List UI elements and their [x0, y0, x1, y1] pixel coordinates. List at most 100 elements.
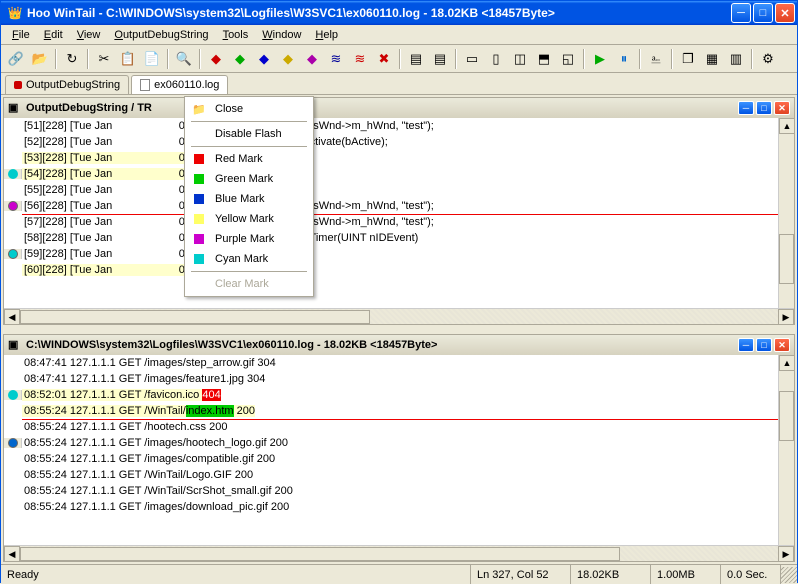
close-button[interactable]: ✕ [775, 3, 795, 23]
log-row[interactable]: [52][228] [Tue Jan 16:11:28 2006] return… [4, 134, 794, 150]
ctx-yellow-mark[interactable]: Yellow Mark [187, 209, 311, 229]
ctx-cyan-mark[interactable]: Cyan Mark [187, 249, 311, 269]
scroll-right-icon[interactable]: ▶ [778, 546, 794, 562]
pane-min-button[interactable]: ─ [738, 101, 754, 115]
tool-usb-icon[interactable]: ⎁ [645, 48, 667, 70]
log-row[interactable]: 08:55:24 127.1.1.1 GET /images/hootech_l… [4, 435, 794, 451]
tool-x2-icon[interactable]: ≋ [349, 48, 371, 70]
log-row[interactable]: 08:55:24 127.1.1.1 GET /hootech.css 200 [4, 419, 794, 435]
tool-x1-icon[interactable]: ≋ [325, 48, 347, 70]
scroll-thumb[interactable] [20, 310, 370, 324]
vscrollbar[interactable]: ▲ ▼ [778, 355, 794, 561]
log-row[interactable]: 08:55:24 127.1.1.1 GET /WinTail/ScrShot_… [4, 483, 794, 499]
pane-body[interactable]: 08:47:41 127.1.1.1 GET /images/step_arro… [4, 355, 794, 545]
log-row[interactable]: 08:47:41 127.1.1.1 GET /images/step_arro… [4, 355, 794, 371]
vscrollbar[interactable]: ▲ ▼ [778, 118, 794, 324]
log-row[interactable]: [60][228] [Tue Jan 16:11:28 2006] error:… [4, 262, 794, 278]
tool-mark-red-icon[interactable]: ◆ [205, 48, 227, 70]
pane-min-button[interactable]: ─ [738, 338, 754, 352]
cyan-mark-icon [194, 254, 204, 264]
scroll-thumb[interactable] [20, 547, 620, 561]
scroll-left-icon[interactable]: ◀ [4, 309, 20, 325]
menu-file[interactable]: File [5, 27, 37, 43]
log-row[interactable]: 08:47:41 127.1.1.1 GET /images/feature1.… [4, 371, 794, 387]
scroll-thumb[interactable] [779, 234, 794, 284]
log-row[interactable]: [57][228] [Tue Jan 16:11:28 2006] ::SetW… [4, 214, 794, 230]
ctx-clear-mark[interactable]: Clear Mark [187, 274, 311, 294]
tool-win1-icon[interactable]: ▭ [461, 48, 483, 70]
tool-connect-icon[interactable]: 🔗 [5, 48, 27, 70]
tool-clear-icon[interactable]: ✖ [373, 48, 395, 70]
tool-filter2-icon[interactable]: ▤ [429, 48, 451, 70]
tab-logfile[interactable]: ex060110.log [131, 75, 228, 94]
tool-tile-v-icon[interactable]: ▥ [725, 48, 747, 70]
tool-mark-purple-icon[interactable]: ◆ [301, 48, 323, 70]
pane-close-button[interactable]: ✕ [774, 101, 790, 115]
scroll-right-icon[interactable]: ▶ [778, 309, 794, 325]
log-row[interactable]: 08:55:24 127.1.1.1 GET /images/compatibl… [4, 451, 794, 467]
ctx-blue-mark[interactable]: Blue Mark [187, 189, 311, 209]
log-row[interactable]: [58][228] [Tue Jan 16:11:28 2006] void C… [4, 230, 794, 246]
scroll-up-icon[interactable]: ▲ [779, 118, 795, 134]
tool-play-icon[interactable]: ▶ [589, 48, 611, 70]
pane-body[interactable]: [51][228] [Tue Jan 16:11:28 2006] ::SetW… [4, 118, 794, 308]
tab-ods[interactable]: OutputDebugString [5, 75, 129, 94]
scroll-left-icon[interactable]: ◀ [4, 546, 20, 562]
resize-grip[interactable] [781, 567, 797, 583]
tool-mark-green-icon[interactable]: ◆ [229, 48, 251, 70]
tool-mark-yellow-icon[interactable]: ◆ [277, 48, 299, 70]
tool-filter1-icon[interactable]: ▤ [405, 48, 427, 70]
log-row[interactable]: [59][228] [Tue Jan 16:11:28 2006] abcdef… [4, 246, 794, 262]
scroll-thumb[interactable] [779, 391, 794, 441]
log-row[interactable]: 08:55:24 127.1.1.1 GET /images/download_… [4, 499, 794, 515]
ctx-close[interactable]: 📁Close [187, 99, 311, 119]
ctx-disable-flash[interactable]: Disable Flash [187, 124, 311, 144]
purple-mark-icon [194, 234, 204, 244]
menu-window[interactable]: Window [255, 27, 308, 43]
red-mark-icon [194, 154, 204, 164]
tool-cascade-icon[interactable]: ❐ [677, 48, 699, 70]
scroll-up-icon[interactable]: ▲ [779, 355, 795, 371]
menubar: File Edit View OutputDebugString Tools W… [1, 25, 797, 45]
log-row[interactable]: 08:55:24 127.1.1.1 GET /WinTail/Logo.GIF… [4, 467, 794, 483]
hscrollbar[interactable]: ◀ ▶ [4, 545, 794, 561]
menu-tools[interactable]: Tools [216, 27, 256, 43]
maximize-button[interactable]: □ [753, 3, 773, 23]
tool-pause-icon[interactable]: ⏸ [613, 48, 635, 70]
log-text: 08:55:24 127.1.1.1 GET /WinTail/Logo.GIF… [22, 469, 253, 481]
tool-win3-icon[interactable]: ◫ [509, 48, 531, 70]
tool-tile-h-icon[interactable]: ▦ [701, 48, 723, 70]
pane-max-button[interactable]: □ [756, 101, 772, 115]
log-row[interactable]: [55][228] [Tue Jan 16:11:28 2006] abcdef… [4, 182, 794, 198]
menu-view[interactable]: View [70, 27, 108, 43]
tool-win5-icon[interactable]: ◱ [557, 48, 579, 70]
pane-close-button[interactable]: ✕ [774, 338, 790, 352]
tool-copy-icon[interactable]: 📋 [117, 48, 139, 70]
pane-max-button[interactable]: □ [756, 338, 772, 352]
log-row[interactable]: [54][228] [Tue Jan 16:11:28 2006] error:… [4, 166, 794, 182]
log-row[interactable]: 08:55:24 127.1.1.1 GET /WinTail/index.ht… [4, 403, 794, 419]
splitter[interactable] [1, 327, 797, 332]
log-row[interactable]: 08:52:01 127.1.1.1 GET /favicon.ico 404 [4, 387, 794, 403]
log-text: 08:47:41 127.1.1.1 GET /images/feature1.… [22, 373, 265, 385]
tool-mark-blue-icon[interactable]: ◆ [253, 48, 275, 70]
tool-open-icon[interactable]: 📂 [29, 48, 51, 70]
ctx-red-mark[interactable]: Red Mark [187, 149, 311, 169]
log-row[interactable]: [53][228] [Tue Jan 16:11:28 2006] warnin… [4, 150, 794, 166]
tool-find-icon[interactable]: 🔍 [173, 48, 195, 70]
tool-settings-icon[interactable]: ⚙ [757, 48, 779, 70]
log-row[interactable]: [51][228] [Tue Jan 16:11:28 2006] ::SetW… [4, 118, 794, 134]
tool-cut-icon[interactable]: ✂ [93, 48, 115, 70]
ctx-purple-mark[interactable]: Purple Mark [187, 229, 311, 249]
tool-win2-icon[interactable]: ▯ [485, 48, 507, 70]
ctx-green-mark[interactable]: Green Mark [187, 169, 311, 189]
menu-help[interactable]: Help [308, 27, 345, 43]
minimize-button[interactable]: ─ [731, 3, 751, 23]
tool-paste-icon[interactable]: 📄 [141, 48, 163, 70]
menu-ods[interactable]: OutputDebugString [107, 27, 215, 43]
hscrollbar[interactable]: ◀ ▶ [4, 308, 794, 324]
log-row[interactable]: [56][228] [Tue Jan 16:11:28 2006] ::SetW… [4, 198, 794, 214]
tool-refresh-icon[interactable]: ↻ [61, 48, 83, 70]
tool-win4-icon[interactable]: ⬒ [533, 48, 555, 70]
menu-edit[interactable]: Edit [37, 27, 70, 43]
